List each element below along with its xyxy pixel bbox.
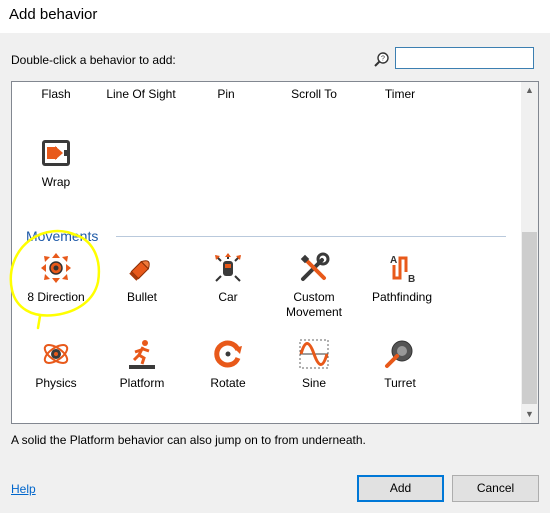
svg-text:B: B <box>408 274 415 284</box>
behavior-label: Flash <box>41 87 71 101</box>
behavior-label: 8 Direction <box>27 290 85 304</box>
behavior-item-wrap[interactable]: Wrap <box>26 137 86 190</box>
behavior-item-pin[interactable]: Pin <box>196 87 256 102</box>
behavior-item-rotate[interactable]: Rotate <box>198 338 258 391</box>
svg-text:?: ? <box>381 56 385 63</box>
pathfinding-icon: A B <box>390 255 415 284</box>
behavior-label: Pathfinding <box>371 290 433 304</box>
list-scrollbar[interactable]: ▲ ▼ <box>521 82 538 423</box>
behavior-label: Platform <box>119 376 165 390</box>
title-bar: Add behavior <box>0 0 550 33</box>
turret-icon <box>385 340 413 368</box>
physics-icon <box>43 344 69 364</box>
behavior-label: Scroll To <box>291 87 337 101</box>
wrap-icon <box>42 140 70 166</box>
behavior-item-platform[interactable]: Platform <box>112 338 172 391</box>
behavior-label: Pin <box>217 87 235 101</box>
behavior-label: Car <box>218 290 238 304</box>
scrollbar-thumb[interactable] <box>522 232 537 404</box>
cancel-button[interactable]: Cancel <box>452 475 539 502</box>
car-icon <box>215 253 241 282</box>
dialog-title: Add behavior <box>9 6 98 23</box>
behavior-description: A solid the Platform behavior can also j… <box>11 433 366 447</box>
search-icon: ? <box>374 52 389 67</box>
category-divider <box>116 236 506 237</box>
behavior-item-custom-movement[interactable]: Custom Movement <box>276 252 352 320</box>
behavior-label: Bullet <box>126 290 158 304</box>
svg-text:A: A <box>390 255 397 266</box>
behavior-item-line-of-sight[interactable]: Line Of Sight <box>96 87 186 102</box>
behavior-label: Wrap <box>41 175 71 189</box>
scroll-down-icon[interactable]: ▼ <box>521 406 538 423</box>
behavior-item-bullet[interactable]: Bullet <box>112 252 172 305</box>
category-header-movements: Movements <box>26 228 99 244</box>
behavior-item-physics[interactable]: Physics <box>26 338 86 391</box>
add-button[interactable]: Add <box>357 475 444 502</box>
behavior-item-flash[interactable]: Flash <box>26 87 86 102</box>
behavior-label: Sine <box>301 376 327 390</box>
add-behavior-dialog: Add behavior Double-click a behavior to … <box>0 0 550 513</box>
behavior-label: Timer <box>384 87 416 101</box>
rotate-icon <box>214 340 242 368</box>
behavior-label: Physics <box>35 376 77 390</box>
behavior-item-pathfinding[interactable]: A B Pathfinding <box>364 252 440 305</box>
behavior-item-sine[interactable]: Sine <box>284 338 344 391</box>
behavior-item-timer[interactable]: Timer <box>370 87 430 102</box>
behavior-item-scroll-to[interactable]: Scroll To <box>278 87 350 102</box>
bullet-icon <box>129 260 150 281</box>
search-input[interactable] <box>395 47 534 69</box>
prompt-label: Double-click a behavior to add: <box>11 53 176 67</box>
behavior-label: Rotate <box>210 376 246 390</box>
eight-direction-icon <box>41 253 71 283</box>
behavior-item-8-direction[interactable]: 8 Direction <box>16 252 96 305</box>
custom-movement-icon <box>300 252 330 281</box>
behavior-item-turret[interactable]: Turret <box>370 338 430 391</box>
behavior-list[interactable]: Flash Line Of Sight Pin Scroll To Timer … <box>11 81 539 424</box>
behavior-label: Turret <box>384 376 416 390</box>
behavior-item-car[interactable]: Car <box>198 252 258 305</box>
scroll-up-icon[interactable]: ▲ <box>521 82 538 99</box>
sine-icon <box>299 339 329 369</box>
help-link[interactable]: Help <box>11 482 36 496</box>
behavior-label: Line Of Sight <box>106 87 176 101</box>
behavior-label: Custom Movement <box>285 290 343 319</box>
platform-icon <box>129 340 155 369</box>
